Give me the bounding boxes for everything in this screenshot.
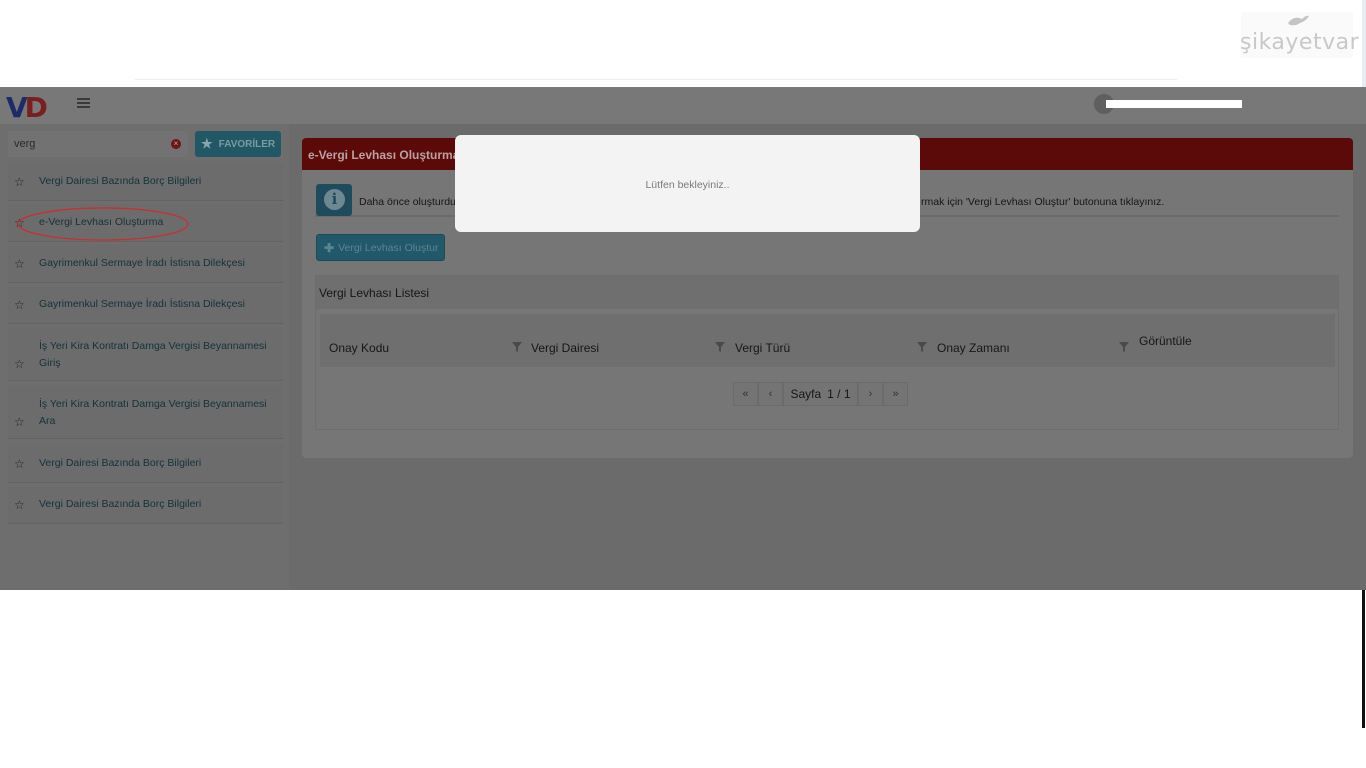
sidebar-item-label: İş Yeri Kira Kontratı Damga Vergisi Beya…: [39, 398, 267, 427]
watermark-logo-text: şikayetvar: [1240, 30, 1360, 55]
sidebar-search-input[interactable]: [8, 131, 163, 157]
plus-icon: ✚: [324, 240, 335, 255]
sidebar-item-label: Gayrimenkul Sermaye İradı İstisna Dilekç…: [39, 298, 245, 310]
filter-icon[interactable]: [917, 342, 927, 352]
sidebar-item-label: Vergi Dairesi Bazında Borç Bilgileri: [39, 175, 202, 187]
clear-search-icon[interactable]: ×: [171, 139, 181, 149]
column-header[interactable]: Görüntüle: [1139, 334, 1192, 348]
scrollbar[interactable]: [1362, 590, 1365, 728]
sidebar-item[interactable]: ☆ Vergi Dairesi Bazında Borç Bilgileri: [8, 163, 283, 201]
info-icon: i: [316, 184, 352, 216]
prev-page-button[interactable]: ‹: [758, 382, 783, 406]
loading-text: Lütfen bekleyiniz..: [645, 179, 730, 191]
page-indicator: Sayfa 1 / 1: [783, 382, 858, 406]
column-header[interactable]: Onay Zamanı: [937, 341, 1010, 355]
list-title: Vergi Levhası Listesi: [319, 286, 430, 300]
create-tax-plate-button[interactable]: ✚ Vergi Levhası Oluştur: [316, 234, 445, 261]
star-outline-icon[interactable]: ☆: [14, 457, 25, 471]
star-outline-icon[interactable]: ☆: [14, 175, 25, 189]
info-text-continued: rmak için 'Vergi Levhası Oluştur' butonu…: [921, 196, 1165, 208]
column-header[interactable]: Onay Kodu: [329, 341, 389, 355]
filter-icon[interactable]: [512, 342, 522, 352]
sidebar-item[interactable]: ☆ İş Yeri Kira Kontratı Damga Vergisi Be…: [8, 327, 283, 381]
scrollbar-edge: [1362, 0, 1366, 87]
info-text: Daha önce oluşturdu: [359, 196, 456, 208]
user-name-redacted[interactable]: [1106, 100, 1242, 108]
filter-icon[interactable]: [715, 342, 725, 352]
red-circle-annotation: [17, 207, 189, 241]
bird-logo-icon: [1288, 15, 1309, 26]
first-page-button[interactable]: «: [733, 382, 758, 406]
page-value: 1 / 1: [827, 387, 851, 401]
last-page-button[interactable]: »: [883, 382, 908, 406]
sidebar-item-label: Vergi Dairesi Bazında Borç Bilgileri: [39, 498, 202, 510]
sidebar-item-label: Gayrimenkul Sermaye İradı İstisna Dilekç…: [39, 257, 245, 269]
screen: şikayetvar VD × ★ FAVORİLER ☆ Vergi Dair…: [0, 0, 1366, 768]
panel-title: e-Vergi Levhası Oluşturma: [308, 148, 460, 162]
pagination: « ‹ Sayfa 1 / 1 › »: [733, 382, 908, 406]
sidebar-item[interactable]: ☆ Vergi Dairesi Bazında Borç Bilgileri: [8, 445, 283, 483]
star-outline-icon[interactable]: ☆: [14, 415, 25, 429]
favorites-label: FAVORİLER: [218, 138, 276, 150]
sidebar-item[interactable]: ☆ Gayrimenkul Sermaye İradı İstisna Dile…: [8, 245, 283, 283]
bottom-blank-area: [0, 590, 1366, 768]
sidebar-item[interactable]: ☆ İş Yeri Kira Kontratı Damga Vergisi Be…: [8, 385, 283, 439]
filter-icon[interactable]: [1119, 342, 1129, 352]
column-header[interactable]: Vergi Dairesi: [531, 341, 599, 355]
sidebar-item[interactable]: ☆ Vergi Dairesi Bazında Borç Bilgileri: [8, 486, 283, 524]
star-icon: ★: [201, 136, 213, 151]
top-banner: [0, 0, 1366, 87]
sidebar-item-label: Vergi Dairesi Bazında Borç Bilgileri: [39, 457, 202, 469]
star-outline-icon[interactable]: ☆: [14, 498, 25, 512]
create-button-label: Vergi Levhası Oluştur: [338, 241, 439, 254]
favorites-button[interactable]: ★ FAVORİLER: [195, 131, 281, 157]
sidebar-item-label: İş Yeri Kira Kontratı Damga Vergisi Beya…: [39, 340, 267, 369]
star-outline-icon[interactable]: ☆: [14, 357, 25, 371]
sidebar-item[interactable]: ☆ Gayrimenkul Sermaye İradı İstisna Dile…: [8, 286, 283, 324]
page-label: Sayfa: [790, 387, 822, 401]
hamburger-menu-icon[interactable]: [77, 98, 90, 108]
next-page-button[interactable]: ›: [858, 382, 883, 406]
list-header: [316, 276, 1338, 309]
star-outline-icon[interactable]: ☆: [14, 298, 25, 312]
star-outline-icon[interactable]: ☆: [14, 257, 25, 271]
column-header[interactable]: Vergi Türü: [735, 341, 790, 355]
divider: [135, 79, 1177, 80]
app-logo[interactable]: VD: [6, 91, 48, 124]
